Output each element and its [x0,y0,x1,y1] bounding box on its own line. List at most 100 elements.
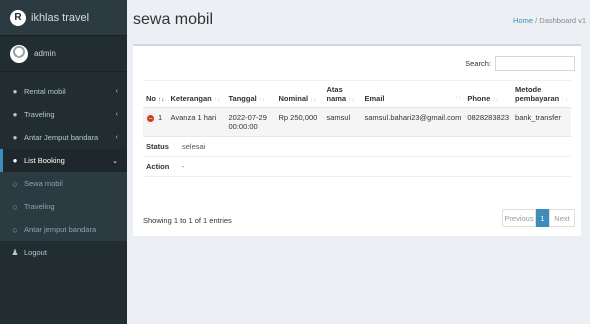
table-row[interactable]: −1 Avanza 1 hari 2022-07-29 00:00:00 Rp 2… [143,107,571,137]
cell-nominal: Rp 250,000 [275,107,324,137]
child-value-action: - [182,162,185,171]
sidebar-item-logout[interactable]: ♟ Logout [0,241,127,264]
header-label: pembayaran [515,94,560,103]
header-label: Metode [515,85,542,94]
search-row: Search: [465,56,575,71]
breadcrumb-separator: / [535,16,538,25]
header-label: Keterangan [170,94,212,103]
header-label: nama [326,94,347,103]
sort-icon: ↑↓ [258,96,266,103]
sidebar-item-antar-jemput-bandara[interactable]: ● Antar Jemput bandara ‹ [0,126,127,149]
child-row-action: Action - [143,156,571,177]
header-label: Atas [326,85,343,94]
column-header-metode-pembayaran[interactable]: Metode pembayaran ↑↓ [512,80,571,108]
cell-text: 00:00:00 [228,122,258,131]
chevron-left-icon: ‹ [115,88,118,95]
child-value-status: selesai [182,142,206,151]
header-label: Nominal [278,94,309,103]
page-title: sewa mobil [133,11,214,28]
sidebar-item-label: Sewa mobil [24,179,63,188]
brand-logo-letter: R [14,12,22,23]
pagination-page-button[interactable]: 1 [536,209,549,227]
sidebar-item-label: Logout [24,248,47,257]
header-label: Phone [467,94,491,103]
sidebar-item-rental-mobil[interactable]: ● Rental mobil ‹ [0,80,127,103]
header-label: Email [364,94,385,103]
chevron-down-icon: ⌄ [112,157,118,165]
column-header-email[interactable]: Email ↑↓ [361,80,465,108]
cell-email: samsul.bahari23@gmail.com [361,107,465,137]
user-icon: ♟ [11,248,19,257]
column-header-keterangan[interactable]: Keterangan ↑↓ [167,80,226,108]
user-panel: admin [0,36,127,72]
sidebar-item-label: List Booking [24,156,65,165]
sidebar-item-label: Antar jemput bandara [24,225,97,234]
child-key-action: Action [146,162,170,171]
pagination: Previous 1 Next [502,209,575,227]
sidebar-item-label: Traveling [24,202,55,211]
car-icon: ● [12,133,18,142]
header-label: Tanggal [228,94,257,103]
column-header-atas-nama[interactable]: Atas nama ↑↓ [323,80,362,108]
car-icon: ● [12,156,18,165]
cell-metode-pembayaran: bank_transfer [512,107,571,137]
sidebar-menu: ● Rental mobil ‹ ● Traveling ‹ ● Antar J… [0,80,127,264]
sidebar: R ikhlas travel admin ● Rental mobil ‹ ●… [0,0,127,324]
table-info: Showing 1 to 1 of 1 entries [143,216,232,225]
sidebar-item-traveling[interactable]: ● Traveling ‹ [0,103,127,126]
user-name: admin [34,49,56,58]
column-header-no[interactable]: No ↑↓ [143,80,168,108]
child-cell: Status selesai [143,136,571,157]
sidebar-item-label: Antar Jemput bandara [24,133,99,142]
sort-icon: ↑↓ [213,96,221,103]
header-label: No [146,94,156,103]
sort-icon: ↑↓ [492,96,499,103]
cell-atas-nama: samsul [323,107,362,137]
pagination-previous-button[interactable]: Previous [502,209,536,227]
chevron-left-icon: ‹ [115,134,118,141]
breadcrumb-home-link[interactable]: Home [513,16,533,25]
car-icon: ● [12,110,18,119]
cell-text: 1 [158,113,163,122]
booking-table-box: Search: No ↑↓ Keterangan ↑↓ Tanggal ↑↓ Nomi… [133,44,581,236]
cell-no: −1 [143,107,168,137]
list-booking-submenu: ○ Sewa mobil ○ Traveling ○ Antar jemput … [0,172,127,241]
sort-icon: ↑↓ [561,96,568,103]
breadcrumb-current: Dashboard v1 [539,16,586,25]
cell-text: 2022-07-29 [228,113,267,122]
cell-phone: 0828283823 [464,107,513,137]
sort-icon: ↑↓ [158,96,165,103]
circle-icon: ○ [12,201,18,212]
sort-icon: ↑↓ [454,94,462,101]
child-key-status: Status [146,142,169,151]
avatar [10,44,28,63]
sidebar-subitem-antar-jemput-bandara[interactable]: ○ Antar jemput bandara [0,218,127,241]
search-label: Search: [465,59,491,68]
child-row-status: Status selesai [143,136,571,157]
cell-tanggal: 2022-07-29 00:00:00 [225,107,276,137]
collapse-row-icon[interactable]: − [146,113,155,123]
pagination-next-button[interactable]: Next [549,209,575,227]
sidebar-item-label: Rental mobil [24,87,66,96]
circle-icon: ○ [12,178,18,189]
sidebar-subitem-traveling[interactable]: ○ Traveling [0,195,127,218]
table-header-row: No ↑↓ Keterangan ↑↓ Tanggal ↑↓ Nominal ↑↓ At… [143,80,571,108]
chevron-left-icon: ‹ [115,111,118,118]
search-input[interactable] [495,56,575,71]
brand-logo-icon: R [10,9,26,26]
column-header-nominal[interactable]: Nominal ↑↓ [275,80,324,108]
brand-header[interactable]: R ikhlas travel [0,0,127,36]
child-cell: Action - [143,156,571,177]
main-content: sewa mobil Home / Dashboard v1 Search: N… [127,0,590,324]
brand-title: ikhlas travel [31,11,90,24]
column-header-phone[interactable]: Phone ↑↓ [464,80,513,108]
column-header-tanggal[interactable]: Tanggal ↑↓ [225,80,276,108]
breadcrumb: Home / Dashboard v1 [513,16,586,25]
sidebar-item-list-booking[interactable]: ● List Booking ⌄ [0,149,127,172]
sort-icon: ↑↓ [348,96,355,103]
sort-icon: ↑↓ [310,96,317,103]
sidebar-subitem-sewa-mobil[interactable]: ○ Sewa mobil [0,172,127,195]
booking-table: No ↑↓ Keterangan ↑↓ Tanggal ↑↓ Nominal ↑↓ At… [143,80,571,177]
sidebar-item-label: Traveling [24,110,55,119]
circle-icon: ○ [12,224,18,235]
